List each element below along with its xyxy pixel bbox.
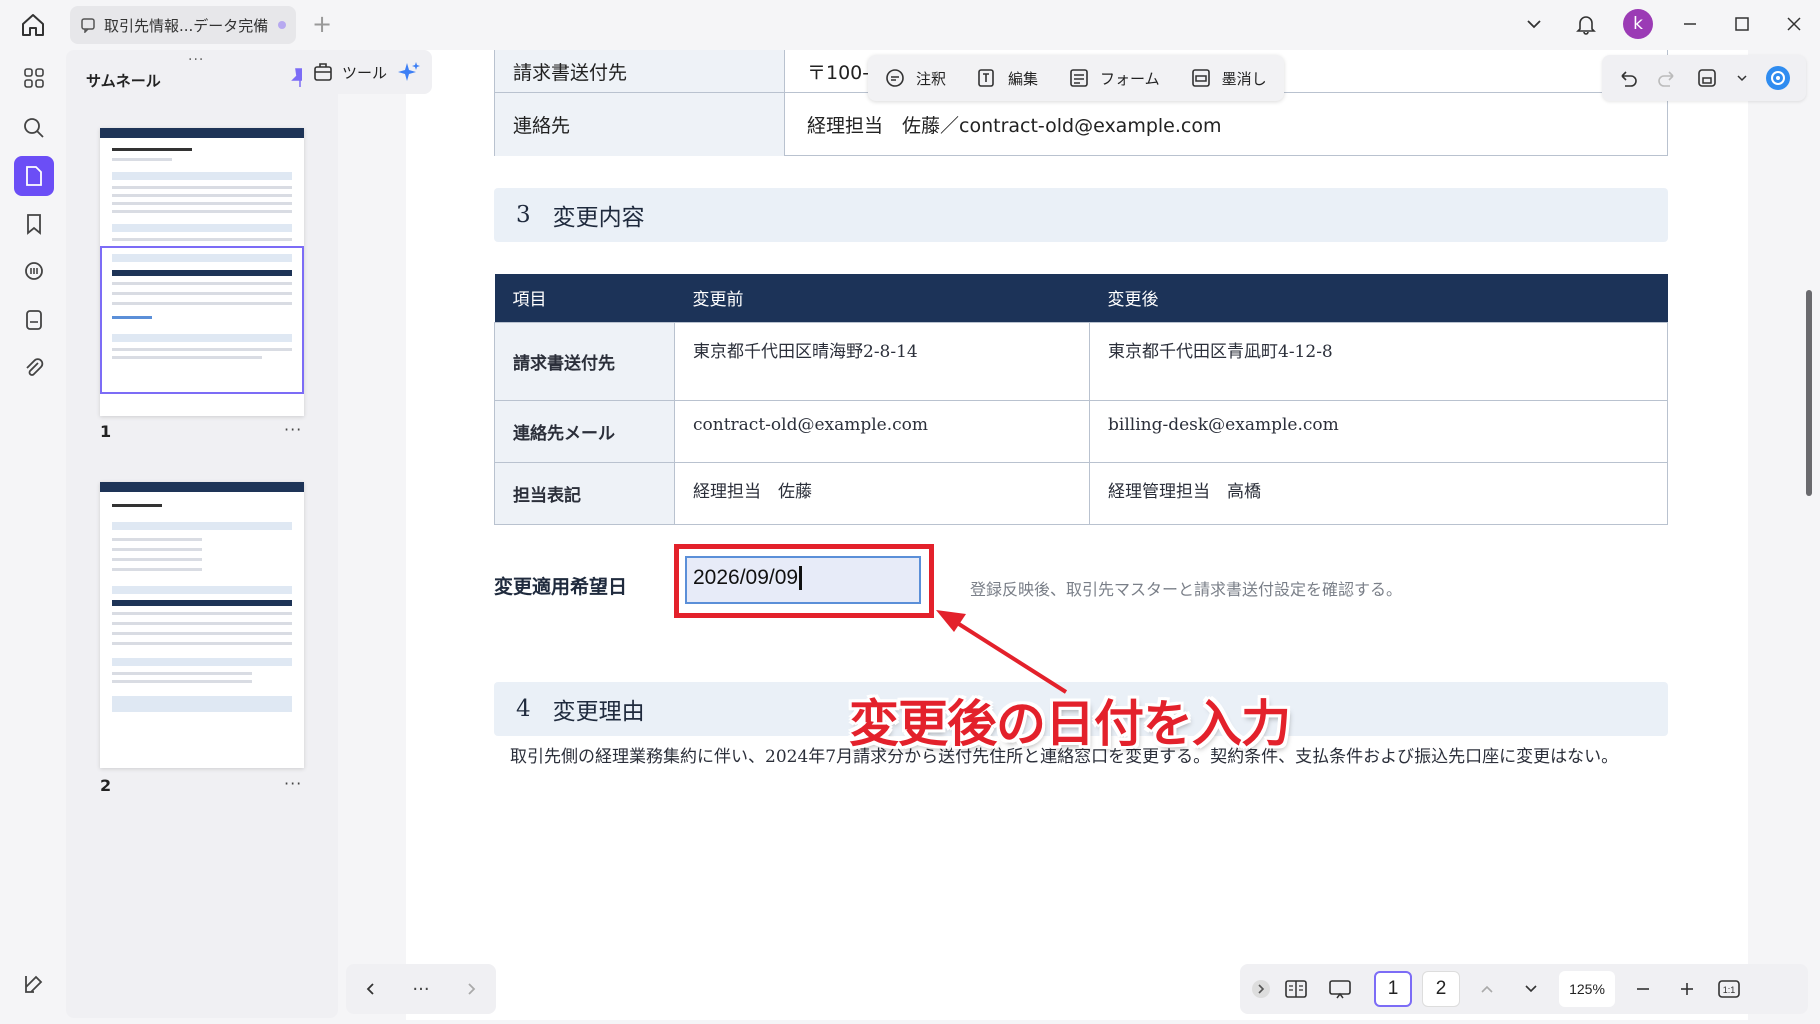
chevron-right-icon[interactable] (463, 981, 479, 997)
paperclip-icon[interactable] (14, 348, 54, 388)
zoom-out-icon[interactable] (1621, 971, 1665, 1007)
form-label: フォーム (1100, 69, 1160, 88)
maximize-button[interactable] (1716, 0, 1768, 48)
visible-area-indicator (100, 246, 304, 394)
chevron-up-icon[interactable] (1465, 971, 1509, 1007)
search-icon[interactable] (14, 108, 54, 148)
edit-mode-button[interactable]: 編集 (960, 55, 1052, 101)
edit-label: 編集 (1008, 69, 1039, 88)
page-button-2[interactable]: 2 (1422, 971, 1460, 1007)
callout-text: 変更後の日付を入力 (849, 695, 1291, 753)
ai-assistant-icon[interactable] (1765, 65, 1791, 91)
vertical-scrollbar[interactable] (1806, 290, 1812, 496)
tab-title: 取引先情報...データ完備 (104, 16, 269, 35)
toolbox-icon[interactable] (312, 61, 334, 83)
undo-icon[interactable] (1617, 67, 1639, 89)
annotate-label: 注釈 (916, 69, 947, 88)
page-nav-pill: ··· (346, 964, 496, 1014)
page-2-more-button[interactable]: ··· (284, 774, 302, 793)
left-rail (0, 48, 66, 1024)
annotate-mode-button[interactable]: 注釈 (868, 55, 960, 101)
reading-mode-icon[interactable] (14, 964, 54, 1004)
zoom-level-field[interactable]: 125% (1559, 971, 1615, 1007)
save-icon[interactable] (1696, 67, 1718, 89)
redact-label: 墨消し (1221, 69, 1267, 88)
unsaved-dot (278, 21, 286, 29)
actual-size-label: 1:1 (1723, 985, 1736, 995)
page-thumbnail-1[interactable] (100, 128, 304, 416)
document-canvas: 請求書送付先 〒100-0 連絡先 経理担当 佐藤／contract-old@e… (344, 50, 1820, 1024)
view-controls-pill: 1 2 125% 1:1 (1240, 964, 1808, 1014)
history-save-pill (1602, 55, 1806, 101)
mode-toolbar: 注釈 編集 フォーム 墨消し (868, 55, 1284, 101)
attachment-doc-icon[interactable] (14, 300, 54, 340)
presentation-icon[interactable] (1318, 971, 1362, 1007)
zoom-in-icon[interactable] (1665, 971, 1709, 1007)
form-mode-button[interactable]: フォーム (1052, 55, 1174, 101)
bookmark-icon[interactable] (14, 204, 54, 244)
pdf-page: 請求書送付先 〒100-0 連絡先 経理担当 佐藤／contract-old@e… (406, 50, 1748, 1020)
page-number-1: 1 (100, 422, 112, 441)
close-button[interactable] (1768, 0, 1820, 48)
comment-icon (886, 69, 904, 87)
new-tab-button[interactable]: + (312, 10, 332, 38)
user-avatar[interactable]: k (1612, 0, 1664, 48)
document-tab[interactable]: 取引先情報...データ完備 (70, 6, 296, 44)
redact-icon (1191, 69, 1210, 87)
redact-mode-button[interactable]: 墨消し (1174, 55, 1281, 101)
nav-more-button[interactable]: ··· (412, 979, 429, 1000)
edit-text-icon (978, 69, 994, 87)
ai-sparkle-icon[interactable] (397, 60, 421, 84)
comments-icon[interactable] (14, 252, 54, 292)
comment-doc-icon (81, 18, 95, 33)
save-options-chevron-icon[interactable] (1736, 72, 1748, 84)
minimize-button[interactable] (1664, 0, 1716, 48)
panel-title: サムネール (86, 72, 161, 90)
redo-icon[interactable] (1656, 67, 1678, 89)
thumbnail-pages-icon[interactable] (14, 156, 54, 196)
panel-resize-grip[interactable]: ··· (188, 52, 204, 68)
collapse-arrow-icon[interactable] (1248, 971, 1274, 1007)
page-number-2: 2 (100, 776, 112, 795)
actual-size-button[interactable]: 1:1 (1709, 971, 1749, 1007)
thumbnail-panel: ··· サムネール 1 ··· 2 ··· (66, 50, 338, 1018)
page-button-1[interactable]: 1 (1374, 971, 1412, 1007)
page-thumbnail-2[interactable] (100, 482, 304, 768)
chevron-down-icon[interactable] (1508, 0, 1560, 48)
annotation-arrow (936, 610, 1068, 694)
page-1-more-button[interactable]: ··· (284, 420, 302, 439)
chevron-left-icon[interactable] (363, 981, 379, 997)
apps-grid-icon[interactable] (14, 58, 54, 98)
chevron-down-page-icon[interactable] (1509, 971, 1553, 1007)
page-layout-icon[interactable] (1274, 971, 1318, 1007)
tools-button[interactable]: ツール (342, 62, 387, 83)
avatar-letter: k (1623, 9, 1653, 39)
home-icon[interactable] (18, 10, 48, 40)
tools-pill: ツール (302, 50, 432, 94)
form-icon (1070, 69, 1088, 87)
bell-icon[interactable] (1560, 0, 1612, 48)
title-bar: 取引先情報...データ完備 + k (0, 0, 1820, 48)
